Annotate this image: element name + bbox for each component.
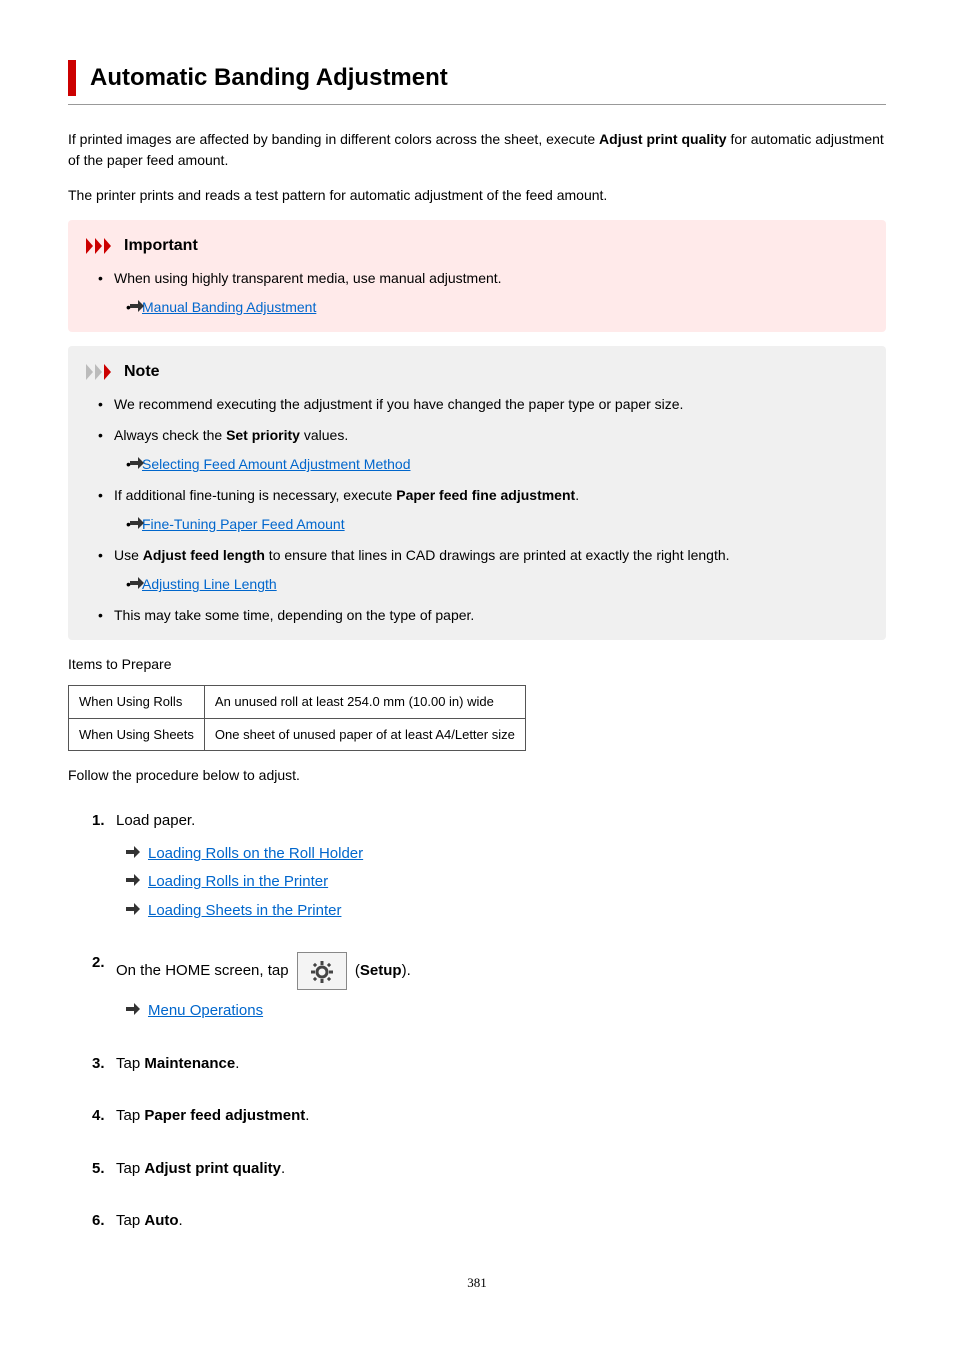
step-2-text-c: ). [402,962,411,979]
arrow-icon [126,874,140,886]
menu-operations-link[interactable]: Menu Operations [148,1002,263,1019]
items-to-prepare-label: Items to Prepare [68,654,886,675]
note-item-3: If additional fine-tuning is necessary, … [102,485,868,535]
manual-banding-link[interactable]: Manual Banding Adjustment [142,299,316,315]
arrow-icon [126,1003,140,1015]
important-item-1-text: When using highly transparent media, use… [114,270,502,286]
gear-icon [311,961,333,983]
s6c: . [179,1212,183,1229]
step-2-text-a: On the HOME screen, tap [116,962,293,979]
s5c: . [281,1160,285,1177]
arrow-icon [126,903,140,915]
table-cell: An unused roll at least 254.0 mm (10.00 … [204,686,525,719]
note4c: to ensure that lines in CAD drawings are… [265,547,730,563]
important-label: Important [124,234,198,258]
note3b: Paper feed fine adjustment [396,487,575,503]
s3c: . [235,1055,239,1072]
table-cell: One sheet of unused paper of at least A4… [204,718,525,751]
note-icon [86,364,116,380]
note3c: . [575,487,579,503]
follow-procedure: Follow the procedure below to adjust. [68,765,886,786]
note2b: Set priority [226,427,300,443]
s3a: Tap [116,1055,144,1072]
s6a: Tap [116,1212,144,1229]
arrow-icon [130,577,144,589]
step-3: Tap Maintenance. [92,1053,886,1076]
step1-link2-row: Loading Rolls in the Printer [126,871,886,894]
arrow-icon [130,300,144,312]
loading-sheets-printer-link[interactable]: Loading Sheets in the Printer [148,902,341,919]
table-row: When Using Sheets One sheet of unused pa… [69,718,526,751]
s5a: Tap [116,1160,144,1177]
note3a: If additional fine-tuning is necessary, … [114,487,396,503]
setup-icon-button[interactable] [297,952,347,990]
note2c: values. [300,427,348,443]
note-item-2: Always check the Set priority values. Se… [102,425,868,475]
note-link-2-row: Selecting Feed Amount Adjustment Method [130,454,868,475]
step1-link1-row: Loading Rolls on the Roll Holder [126,843,886,866]
fine-tuning-link[interactable]: Fine-Tuning Paper Feed Amount [142,516,345,532]
step-5: Tap Adjust print quality. [92,1158,886,1181]
intro1-text-a: If printed images are affected by bandin… [68,131,599,147]
arrow-icon [126,846,140,858]
important-callout: Important When using highly transparent … [68,220,886,332]
loading-rolls-holder-link[interactable]: Loading Rolls on the Roll Holder [148,845,363,862]
step-1-text: Load paper. [116,812,195,829]
note-item-5: This may take some time, depending on th… [102,605,868,626]
page-title: Automatic Banding Adjustment [90,60,886,96]
arrow-icon [130,457,144,469]
s4b: Paper feed adjustment [144,1107,305,1124]
intro-paragraph-2: The printer prints and reads a test patt… [68,185,886,206]
note-link-3-row: Fine-Tuning Paper Feed Amount [130,514,868,535]
adjusting-line-link[interactable]: Adjusting Line Length [142,576,277,592]
selecting-feed-link[interactable]: Selecting Feed Amount Adjustment Method [142,456,411,472]
note-item-4: Use Adjust feed length to ensure that li… [102,545,868,595]
step-2-bold: Setup [360,962,402,979]
note-link-4-row: Adjusting Line Length [130,574,868,595]
step-2: On the HOME screen, tap (Setup). Menu Op… [92,952,886,1023]
important-icon [86,238,116,254]
step-4: Tap Paper feed adjustment. [92,1105,886,1128]
arrow-icon [130,517,144,529]
s5b: Adjust print quality [144,1160,281,1177]
note-item-1: We recommend executing the adjustment if… [102,394,868,415]
page-number: 381 [68,1273,886,1293]
note4a: Use [114,547,143,563]
s4c: . [305,1107,309,1124]
s3b: Maintenance [144,1055,235,1072]
note2a: Always check the [114,427,226,443]
important-link-row: Manual Banding Adjustment [130,297,868,318]
note-callout: Note We recommend executing the adjustme… [68,346,886,640]
intro1-bold: Adjust print quality [599,131,727,147]
note4b: Adjust feed length [143,547,265,563]
step1-link3-row: Loading Sheets in the Printer [126,900,886,923]
s6b: Auto [144,1212,178,1229]
table-cell: When Using Sheets [69,718,205,751]
intro-paragraph-1: If printed images are affected by bandin… [68,129,886,171]
loading-rolls-printer-link[interactable]: Loading Rolls in the Printer [148,873,328,890]
step-1: Load paper. Loading Rolls on the Roll Ho… [92,810,886,922]
table-row: When Using Rolls An unused roll at least… [69,686,526,719]
step2-link-row: Menu Operations [126,1000,886,1023]
s4a: Tap [116,1107,144,1124]
note-label: Note [124,360,160,384]
step-6: Tap Auto. [92,1210,886,1233]
important-item-1: When using highly transparent media, use… [102,268,868,318]
prepare-table: When Using Rolls An unused roll at least… [68,685,526,751]
table-cell: When Using Rolls [69,686,205,719]
